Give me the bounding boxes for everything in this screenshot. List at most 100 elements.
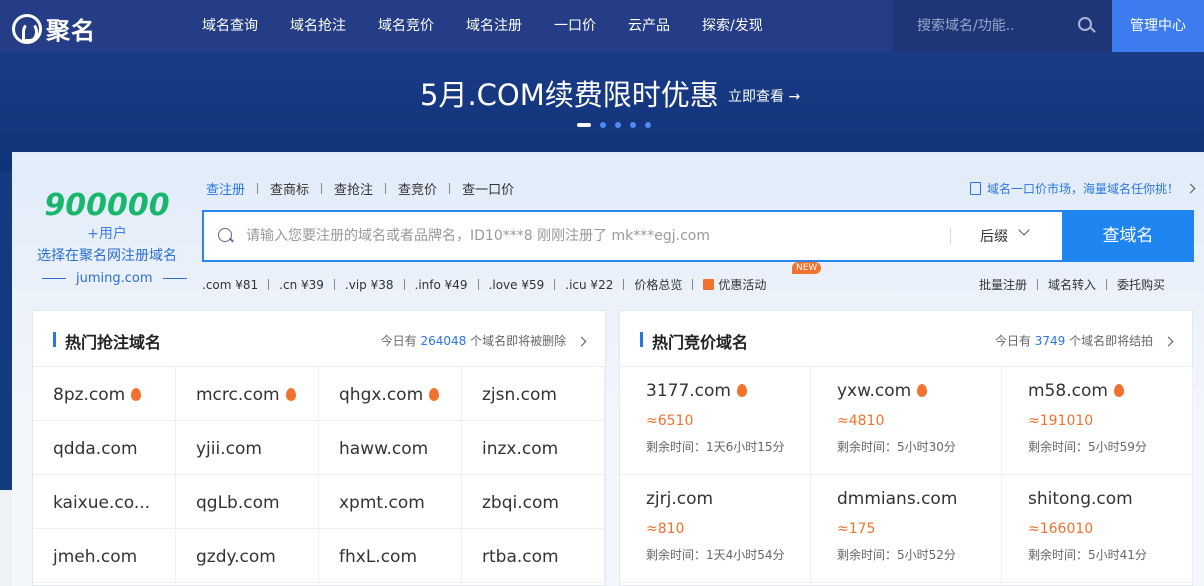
search-tab[interactable]: 查竞价 [398,179,437,198]
time-prefix: 剩余时间： [646,548,707,562]
domain-cell[interactable]: xpmt.com [319,475,462,529]
divider [321,183,323,194]
nav-item[interactable]: 域名查询 [186,0,274,52]
quick-link[interactable]: 批量注册 [979,276,1027,293]
domain-text: jmeh.com [53,547,138,567]
logo[interactable]: 聚名 [12,11,96,46]
top-search [893,0,1112,52]
domain-cell[interactable]: qhgx.com [319,367,462,421]
domain-cell[interactable]: jmeh.com [33,529,176,583]
domain-name: shitong.com [1028,489,1133,509]
domain-cell[interactable]: zbqi.com [462,475,605,529]
price-item[interactable]: .icu ¥22 [565,278,613,292]
domain-cell[interactable]: 8pz.com [33,367,176,421]
nav-item[interactable]: 域名抢注 [274,0,362,52]
price-item[interactable]: .love ¥59 [489,278,545,292]
chevron-right-icon [576,336,587,347]
domain-name: jmeh.com [53,547,137,567]
divider [268,279,270,290]
domain-cell[interactable]: rtba.com [462,529,605,583]
search-tab[interactable]: 查注册 [206,179,245,198]
fire-icon [131,388,142,401]
bid-domain-grid: 3177.com ≈6510 剩余时间：1天6小时15分 yxw.com ≈4810 剩余… [620,367,1193,583]
panel-header: 热门抢注域名 今日有 264048 个域名即将被删除 [33,311,605,367]
domain-text: zjsn.com [482,385,557,405]
domain-cell[interactable]: kaixue.co... [33,475,176,529]
chevron-down-icon[interactable] [1018,224,1030,236]
user-count: 900000 [44,188,170,223]
domain-name: haww.com [339,439,428,459]
nav-item[interactable]: 域名竞价 [362,0,450,52]
price-item[interactable]: .info ¥49 [415,278,468,292]
auction-count: 3749 [1034,334,1066,348]
nav-item[interactable]: 域名注册 [450,0,538,52]
domain-name: xpmt.com [339,493,425,513]
carousel-dot[interactable] [577,123,591,127]
carousel-dot[interactable] [600,122,606,128]
domain-cell[interactable]: inzx.com [462,421,605,475]
domain-name: yjii.com [196,439,262,459]
domain-cell[interactable]: yjii.com [176,421,319,475]
bid-cell[interactable]: 3177.com ≈6510 剩余时间：1天6小时15分 [620,367,811,475]
time-remaining: 剩余时间：1天6小时15分 [646,438,785,455]
divider [623,279,625,290]
domain-name: zbqi.com [482,493,559,513]
user-promo: 900000 +用户 选择在聚名网注册域名 juming.com [32,188,182,286]
domain-cell[interactable]: haww.com [319,421,462,475]
search-tab[interactable]: 查一口价 [462,179,514,198]
bid-cell[interactable]: yxw.com ≈4810 剩余时间：5小时30分 [811,367,1002,475]
new-badge: NEW [792,262,822,274]
domain-cell[interactable]: gzdy.com [176,529,319,583]
promo-activity-link[interactable]: 优惠活动 [703,276,766,293]
admin-center-button[interactable]: 管理中心 [1112,0,1204,52]
domain-name: 3177.com [646,381,747,401]
fire-icon [1113,384,1124,397]
bid-price: ≈810 [646,521,685,537]
promo-site: juming.com [32,271,182,286]
bid-cell[interactable]: dmmians.com ≈175 剩余时间：5小时52分 [811,475,1002,583]
price-item[interactable]: .vip ¥38 [345,278,394,292]
carousel-dot[interactable] [645,122,651,128]
domain-cell[interactable]: qgLb.com [176,475,319,529]
market-link[interactable]: 域名一口价市场，海量域名任你挑！ [970,180,1196,197]
domain-text: yxw.com [837,381,912,401]
carousel-dot[interactable] [630,122,636,128]
domain-cell[interactable]: qdda.com [33,421,176,475]
fire-icon [736,384,747,397]
carousel-dots [577,122,660,128]
divider [554,279,556,290]
fire-icon [285,388,296,401]
search-domain-button[interactable]: 查域名 [1062,210,1194,262]
suffix-dropdown[interactable]: 后缀 [980,226,1008,246]
search-tab[interactable]: 查抢注 [334,179,373,198]
price-item[interactable]: .com ¥81 [202,278,258,292]
nav-item[interactable]: 云产品 [612,0,686,52]
price-item[interactable]: .cn ¥39 [279,278,324,292]
domain-cell[interactable]: fhxL.com [319,529,462,583]
panel-note[interactable]: 今日有 3749 个域名即将结拍 [995,332,1174,349]
nav-item[interactable]: 一口价 [538,0,612,52]
domain-search-input[interactable] [246,212,946,260]
domain-text: inzx.com [482,439,559,459]
quick-link[interactable]: 域名转入 [1048,276,1096,293]
top-search-input[interactable] [917,18,1087,34]
bid-cell[interactable]: m58.com ≈191010 剩余时间：5小时59分 [1002,367,1193,475]
quick-link[interactable]: 委托购买 [1117,276,1165,293]
bid-price: ≈175 [837,521,876,537]
banner-view-link[interactable]: 立即查看 → [728,86,800,106]
bid-cell[interactable]: shitong.com ≈166010 剩余时间：5小时41分 [1002,475,1193,583]
carousel-dot[interactable] [615,122,621,128]
search-icon[interactable] [1078,17,1092,31]
divider [1106,279,1108,290]
price-item[interactable]: 价格总览 [634,276,682,293]
time-prefix: 剩余时间： [646,440,707,454]
domain-cell[interactable]: mcrc.com [176,367,319,421]
panel-note[interactable]: 今日有 264048 个域名即将被删除 [381,332,587,349]
domain-cell[interactable]: zjsn.com [462,367,605,421]
domain-text: qhgx.com [339,385,424,405]
bid-cell[interactable]: zjrj.com ≈810 剩余时间：1天4小时54分 [620,475,811,583]
domain-text: qdda.com [53,439,138,459]
search-tab[interactable]: 查商标 [270,179,309,198]
promo-subtitle: 选择在聚名网注册域名 [37,248,177,264]
nav-item[interactable]: 探索/发现 [686,0,779,52]
